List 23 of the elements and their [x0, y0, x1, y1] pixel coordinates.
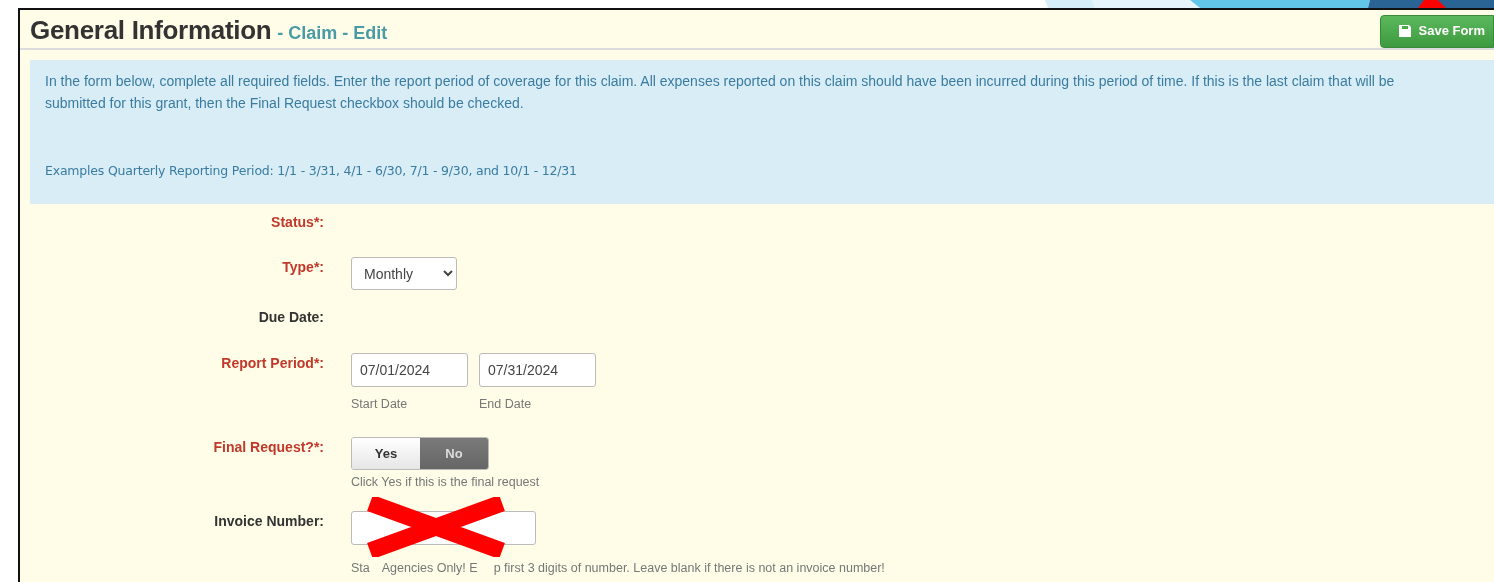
field-label: Status*: [270, 214, 324, 230]
page-title: General Information [30, 13, 272, 47]
field-hint: Sta [351, 559, 370, 577]
field-hint: Click Yes if this is the final request [351, 473, 540, 491]
field-hint: Agencies Only! E [381, 559, 478, 577]
page-subtitle: - Claim - Edit [277, 21, 388, 45]
save-icon [1398, 25, 1411, 37]
type-select[interactable]: Monthly [351, 257, 457, 290]
annotation-arrow [1418, 0, 1446, 8]
field-caption: Start Date [351, 396, 408, 413]
examples-text: Examples Quarterly Reporting Period: 1/1 - 3/31, 4/1 - 6/30, 7/1 - 9/30, and 10/1 - 12/31 [45, 162, 578, 180]
field-caption: End Date [479, 396, 532, 413]
field-label: Type*: [281, 258, 324, 277]
toggle-option[interactable]: Yes [352, 437, 420, 469]
date-field[interactable]: 07/31/2024 [479, 353, 596, 387]
info-text: In the form below, complete all required fields. Enter the report period of coverage for this claim. All expenses reported on this claim should have been incurred during this period of time. If this is the last claim that will be submitted for this grant, then the Final Request checkbox should be checked. [45, 72, 1396, 113]
date-field[interactable]: 07/01/2024 [351, 353, 468, 387]
field-label: Final Request?*: [212, 437, 324, 457]
toggle-option[interactable]: No [420, 437, 488, 469]
field-label: Due Date: [257, 309, 324, 325]
field-label: Invoice Number: [213, 511, 324, 531]
field-label: Report Period*: [220, 354, 324, 373]
field-hint: p first 3 digits of number. Leave blank if there is not an invoice number! [493, 559, 885, 577]
